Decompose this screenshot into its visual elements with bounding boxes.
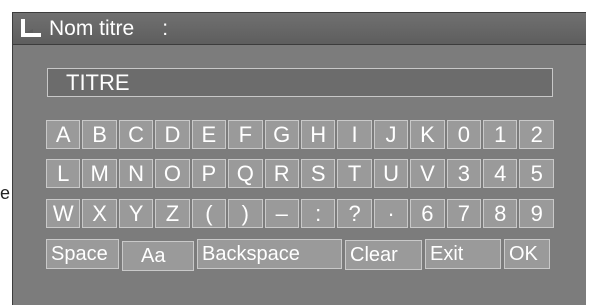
exit-key[interactable]: Exit [425,239,501,269]
key-1-3[interactable]: C [118,120,154,149]
ok-key[interactable]: OK [504,239,550,269]
key-3-2[interactable]: X [82,199,117,228]
key-3-5[interactable]: ( [191,199,227,228]
key-1-7[interactable]: G [264,120,299,149]
key-2-12[interactable]: 3 [446,159,482,188]
keyboard-row-1: ABCDEFGHIJK012 [46,120,554,149]
key-1-5[interactable]: E [191,120,227,149]
key-3-1[interactable]: W [46,199,81,228]
key-1-8[interactable]: H [300,120,336,149]
key-1-4[interactable]: D [155,120,190,149]
key-3-6[interactable]: ) [228,199,263,228]
space-key[interactable]: Space [46,239,119,269]
key-1-13[interactable]: 1 [483,120,518,149]
dialog-title: Nom titre [49,16,135,40]
key-2-8[interactable]: S [300,159,336,188]
key-3-11[interactable]: 6 [410,199,445,228]
key-3-8[interactable]: : [300,199,336,228]
keyboard-row-2: LMNOPQRSTUV345 [46,159,554,188]
key-2-7[interactable]: R [264,159,299,188]
key-3-13[interactable]: 8 [483,199,518,228]
backspace-key[interactable]: Backspace [197,239,342,269]
key-1-11[interactable]: K [410,120,445,149]
key-3-14[interactable]: 9 [519,199,554,228]
dialog-title-bar: Nom titre : [13,13,586,45]
key-1-9[interactable]: I [337,120,372,149]
title-entry-dialog: Nom titre : TITRE ABCDEFGHIJK012 LMNOPQR… [12,12,586,305]
key-2-5[interactable]: P [191,159,227,188]
key-3-9[interactable]: ? [337,199,372,228]
key-2-3[interactable]: N [118,159,154,188]
key-3-3[interactable]: Y [118,199,154,228]
key-2-14[interactable]: 5 [519,159,554,188]
key-2-6[interactable]: Q [228,159,263,188]
key-1-10[interactable]: J [373,120,409,149]
keyboard-row-3: W X Y Z() –:? · 6 7 8 9 [46,199,554,228]
key-2-2[interactable]: M [82,159,117,188]
key-1-6[interactable]: F [228,120,263,149]
key-2-4[interactable]: O [155,159,190,188]
key-1-12[interactable]: 0 [446,120,482,149]
key-2-1[interactable]: L [46,159,81,188]
key-2-10[interactable]: U [373,159,409,188]
key-2-13[interactable]: 4 [483,159,518,188]
key-1-14[interactable]: 2 [519,120,554,149]
dialog-title-separator: : [162,16,169,40]
title-input-field[interactable]: TITRE [47,68,553,97]
key-2-11[interactable]: V [410,159,445,188]
key-3-10[interactable]: · [373,199,409,228]
key-1-2[interactable]: B [82,120,117,149]
page-edge-text: e [0,183,11,203]
key-3-7[interactable]: – [264,199,299,228]
clear-key[interactable]: Clear [345,240,422,270]
key-3-12[interactable]: 7 [446,199,482,228]
title-input-value: TITRE [66,69,130,95]
case-toggle-key[interactable]: Aa [122,241,194,271]
key-2-9[interactable]: T [337,159,372,188]
return-arrow-icon [19,17,45,41]
key-1-1[interactable]: A [46,120,81,149]
screen: e Nom titre : TITRE ABCDEFGHIJK012 LMNOP… [0,0,590,305]
key-3-4[interactable]: Z [155,199,190,228]
keyboard-action-row: Space Aa Backspace Clear Exit OK [46,239,554,271]
